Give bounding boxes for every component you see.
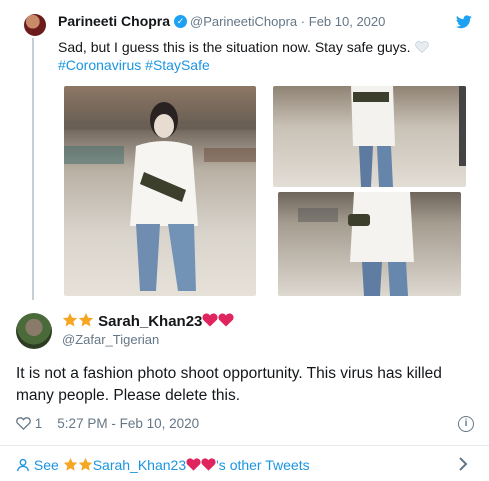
star-emoji — [78, 312, 94, 328]
verified-badge-icon: ✓ — [174, 15, 187, 28]
quoted-text: Sad, but I guess this is the situation n… — [58, 39, 411, 55]
quoted-handle[interactable]: @ParineetiChopra — [190, 14, 297, 29]
white-heart-emoji — [414, 41, 429, 53]
like-count[interactable]: 1 — [35, 416, 43, 431]
quoted-hashtags[interactable]: #Coronavirus #StaySafe — [58, 57, 210, 73]
star-emoji — [78, 457, 93, 472]
reply-handle[interactable]: @Zafar_Tigerian — [62, 332, 159, 347]
red-heart-emoji — [186, 457, 201, 472]
person-icon — [17, 458, 29, 472]
timestamp[interactable]: 5:27 PM - Feb 10, 2020 — [57, 416, 199, 431]
quoted-handle-date[interactable]: @ParineetiChopra · Feb 10, 2020 — [190, 14, 385, 29]
red-heart-emoji — [202, 312, 218, 328]
chevron-right-icon[interactable] — [458, 456, 468, 477]
reply-avatar[interactable] — [16, 313, 52, 349]
twitter-bird-icon[interactable] — [456, 15, 472, 29]
red-heart-emoji — [218, 312, 234, 328]
info-icon[interactable]: i — [458, 416, 474, 432]
star-emoji — [63, 457, 78, 472]
main-photo[interactable] — [64, 86, 256, 296]
quoted-tweet-text: Sad, but I guess this is the situation n… — [58, 37, 458, 57]
footer-name[interactable]: Sarah_Khan23 — [93, 457, 186, 473]
reply-display-name[interactable]: Sarah_Khan23 — [98, 313, 202, 330]
tweet-meta-row: 1 5:27 PM - Feb 10, 2020 — [16, 416, 199, 431]
separator: · — [300, 14, 306, 29]
figure-bag-illustration — [298, 192, 414, 296]
top-right-photo[interactable] — [273, 86, 466, 187]
quoted-date[interactable]: Feb 10, 2020 — [309, 14, 386, 29]
woman-figure-illustration — [64, 102, 256, 291]
quoted-display-name[interactable]: Parineeti Chopra — [58, 13, 170, 29]
star-emoji — [62, 312, 78, 328]
red-heart-emoji — [201, 457, 216, 472]
divider — [0, 445, 489, 446]
thread-line — [32, 38, 34, 300]
reply-text: It is not a fashion photo shoot opportun… — [16, 365, 442, 404]
see-label[interactable]: See — [34, 457, 59, 473]
reply-display-name-row[interactable]: Sarah_Khan23 — [62, 312, 234, 330]
other-tweets-link[interactable]: See Sarah_Khan23 's other Tweets — [16, 457, 310, 473]
quoted-avatar[interactable] — [24, 14, 46, 36]
heart-icon[interactable] — [16, 417, 31, 430]
figure-closeup-illustration — [351, 86, 466, 187]
footer-suffix[interactable]: 's other Tweets — [216, 457, 309, 473]
bottom-right-photo[interactable] — [278, 192, 461, 296]
